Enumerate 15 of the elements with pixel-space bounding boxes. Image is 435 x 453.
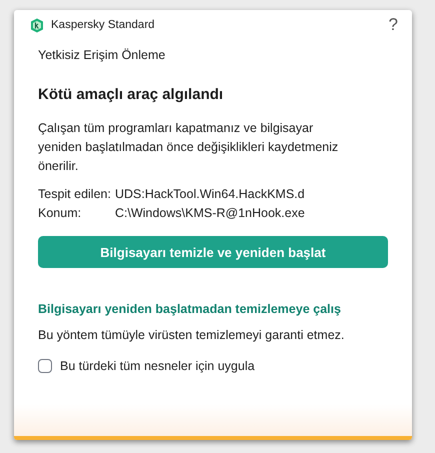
clean-restart-button[interactable]: Bilgisayarı temizle ve yeniden başlat <box>38 236 388 268</box>
alert-heading: Kötü amaçlı araç algılandı <box>38 86 224 103</box>
detail-label: Tespit edilen: <box>38 186 111 203</box>
clean-without-restart-link[interactable]: Bilgisayarı yeniden başlatmadan temizlemeye çalış <box>38 302 388 316</box>
detail-label: Konum: <box>38 205 82 222</box>
app-title: Kaspersky Standard <box>51 19 156 31</box>
message-text: Çalışan tüm programları kapatmanız ve bilgisayar yeniden başlatılmadan önce değişiklikleri kaydetmeniz önerilir. <box>38 120 340 175</box>
section-title: Yetkisiz Erişim Önleme <box>38 48 166 62</box>
detail-value: C:\Windows\KMS-R@1nHook.exe <box>114 205 306 222</box>
checkbox[interactable] <box>38 359 52 373</box>
detail-value: UDS:HackTool.Win64.HackKMS.d <box>114 186 306 203</box>
shield-logo-icon <box>30 18 44 32</box>
help-button[interactable]: ? <box>388 15 398 35</box>
note-text: Bu yöntem tümüyle virüsten temizlemeyi garanti etmez. <box>38 328 346 342</box>
checkbox-label: Bu türdeki tüm nesneler için uygula <box>60 359 255 373</box>
